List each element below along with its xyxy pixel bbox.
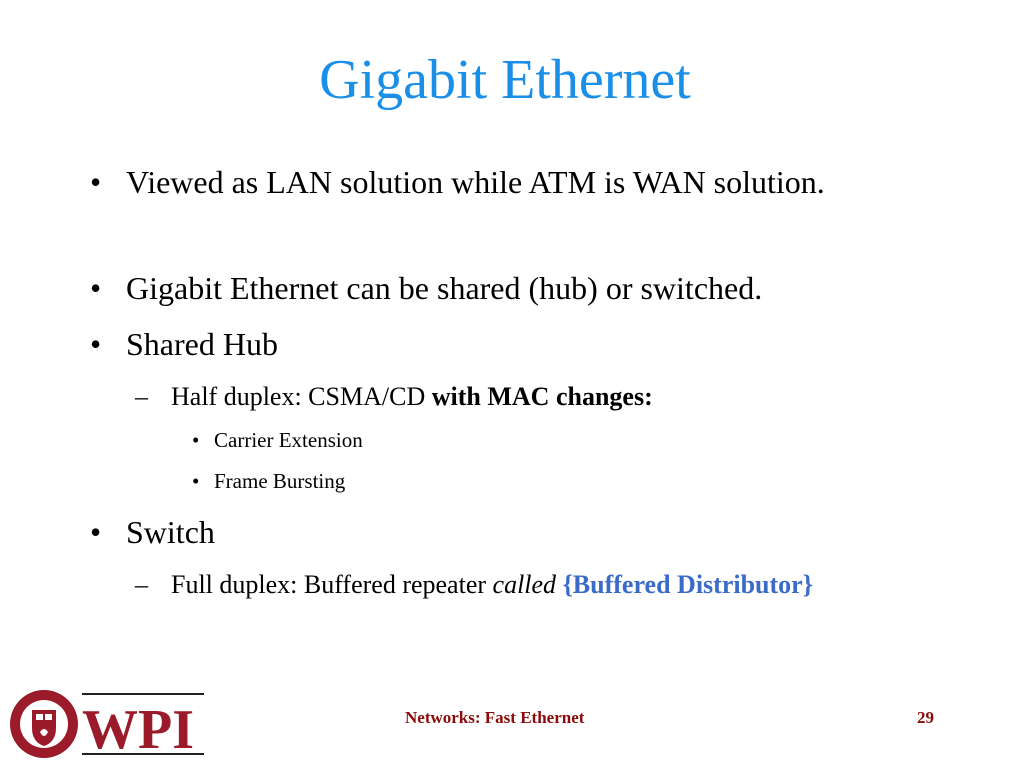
bullet-text: Switch: [126, 514, 215, 550]
wpi-seal-icon: [10, 690, 78, 758]
page-number: 29: [917, 708, 934, 727]
subbullet-text: Full duplex: Buffered repeater: [171, 570, 493, 599]
bullet-text: Viewed as LAN solution while ATM is WAN …: [126, 164, 825, 200]
bullet-text: Gigabit Ethernet can be shared (hub) or …: [126, 270, 763, 306]
wpi-logo-text: WPI: [82, 699, 194, 760]
bullet-text: Shared Hub: [126, 326, 278, 362]
bullet-icon: •: [90, 164, 102, 200]
subsubbullet-text: Carrier Extension: [214, 428, 363, 452]
slide-title: Gigabit Ethernet: [319, 49, 691, 111]
subbullet-bold-text: with MAC changes:: [431, 382, 653, 411]
buffered-distributor-text: {Buffered Distributor}: [562, 570, 813, 599]
subbullet-text: Half duplex: CSMA/CD: [171, 382, 432, 411]
footer-title: Networks: Fast Ethernet: [405, 708, 585, 727]
subbullet-italic-text: called: [492, 570, 557, 599]
subsubbullet-text: Frame Bursting: [214, 469, 346, 493]
bullet-icon: •: [192, 469, 200, 493]
bullet-icon: •: [192, 428, 200, 452]
wpi-logo: WPI: [10, 690, 204, 760]
dash-icon: –: [135, 382, 148, 411]
bullet-icon: •: [90, 270, 102, 306]
bullet-icon: •: [90, 514, 102, 550]
dash-icon: –: [135, 570, 148, 599]
bullet-icon: •: [90, 326, 102, 362]
